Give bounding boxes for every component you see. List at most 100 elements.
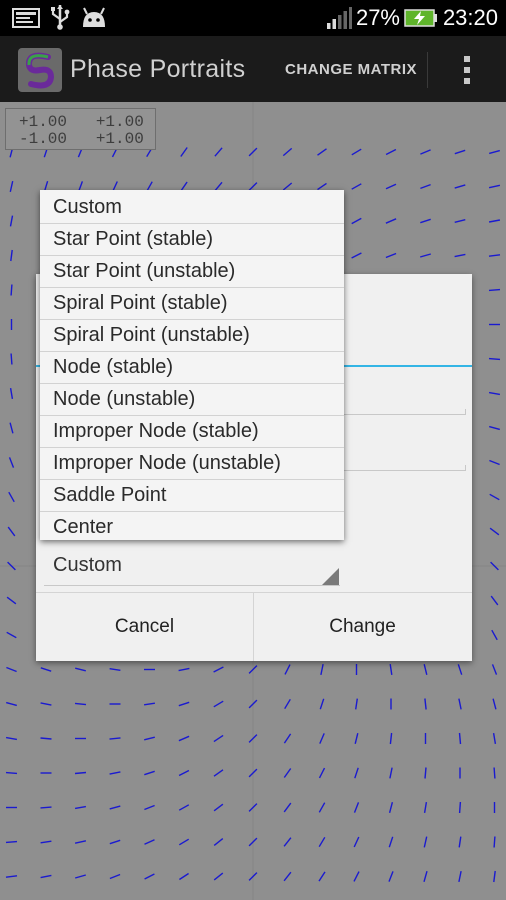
vector-arrow [488,184,501,189]
vector-arrow [420,253,431,258]
matrix-readout: +1.00 +1.00 -1.00 +1.00 [5,108,156,150]
dropdown-item-improper-node-unstable[interactable]: Improper Node (unstable) [40,448,344,480]
vector-arrow [318,871,326,882]
vector-arrow [454,253,466,258]
dropdown-item-saddle-point[interactable]: Saddle Point [40,480,344,512]
vector-arrow [284,698,291,710]
vector-arrow [283,768,292,778]
dropdown-item-label: Node (stable) [53,356,174,378]
vector-arrow [9,180,14,193]
screenshot-icon [12,8,40,28]
overflow-menu-icon[interactable] [455,54,479,86]
dropdown-item-label: Improper Node (unstable) [53,452,281,474]
vector-arrow [458,836,462,848]
dropdown-item-node-stable[interactable]: Node (stable) [40,352,344,384]
vector-arrow [178,701,190,707]
vector-arrow [213,872,224,881]
vector-arrow [385,148,397,156]
vector-arrow [9,422,14,434]
vector-arrow [423,664,428,675]
vector-arrow [488,254,501,257]
vector-arrow [491,664,498,675]
vector-arrow [74,702,87,706]
vector-arrow [109,771,121,775]
spinner-arrow-icon [322,568,339,585]
vector-arrow [213,734,224,743]
preset-dropdown-list: Custom Star Point (stable) Star Point (u… [40,190,344,540]
vector-arrow [458,698,462,710]
vector-arrow [423,836,428,848]
dropdown-item-label: Spiral Point (unstable) [53,324,250,346]
dropdown-item-label: Center [53,516,114,538]
dropdown-item-spiral-point-stable[interactable]: Spiral Point (stable) [40,288,344,320]
vector-arrow [454,184,466,189]
dropdown-item-star-point-stable[interactable]: Star Point (stable) [40,224,344,256]
dropdown-item-improper-node-stable[interactable]: Improper Node (stable) [40,416,344,448]
dropdown-item-label: Spiral Point (stable) [53,292,228,314]
vector-arrow [144,770,155,776]
matrix-row-2: -1.00 +1.00 [19,130,144,148]
change-matrix-button[interactable]: CHANGE MATRIX [285,61,417,78]
change-button[interactable]: Change [254,593,471,661]
vector-arrow [489,527,500,536]
vector-arrow [354,767,359,779]
vector-arrow [489,425,500,431]
vector-arrow [109,873,121,880]
vector-arrow [424,767,427,779]
vector-arrow [317,148,327,156]
dropdown-item-spiral-point-unstable[interactable]: Spiral Point (unstable) [40,320,344,352]
vector-arrow [213,666,224,673]
vector-arrow [319,733,325,744]
vector-arrow [144,736,155,741]
dropdown-item-custom[interactable]: Custom [40,192,344,224]
dropdown-item-label: Star Point (stable) [53,228,214,250]
dropdown-item-star-point-unstable[interactable]: Star Point (unstable) [40,256,344,288]
vector-arrow [10,353,13,365]
vector-arrow [319,698,325,710]
vector-arrow [9,215,14,227]
battery-charging-icon [404,9,437,27]
app-title: Phase Portraits [70,55,246,83]
status-bar: 27% 23:20 [0,0,506,36]
vector-arrow [74,840,87,844]
vector-arrow [6,666,17,673]
vector-arrow [318,836,326,848]
vector-arrow [40,874,52,879]
vector-arrow [317,182,327,191]
cancel-button[interactable]: Cancel [36,593,253,661]
vector-arrow [40,667,52,672]
vector-arrow [353,836,360,848]
dropdown-item-label: Improper Node (stable) [53,420,259,442]
vector-arrow [420,149,431,155]
vector-arrow [423,801,428,814]
vector-arrow [492,732,497,745]
dropdown-item-center[interactable]: Center [40,512,344,543]
vector-arrow [385,252,397,259]
vector-arrow [353,871,360,882]
vector-arrow [389,732,393,745]
vector-arrow [178,667,190,672]
vector-arrow [5,840,18,844]
vector-arrow [490,595,499,606]
vector-arrow [420,218,431,224]
vector-arrow [351,252,362,259]
vector-arrow [109,839,121,845]
dropdown-item-label: Star Point (unstable) [53,260,236,282]
vector-arrow [388,871,394,882]
vector-arrow [488,391,501,396]
vector-arrow [178,838,190,846]
vector-arrow [214,147,223,157]
vector-arrow [6,631,17,639]
preset-spinner[interactable]: Custom [44,544,340,586]
vector-arrow [282,147,293,157]
app-logo-icon[interactable] [18,48,62,92]
field-1-tick [465,409,466,415]
clock: 23:20 [442,5,498,30]
vector-arrow [179,872,189,881]
vector-arrow [488,288,501,292]
vector-arrow [213,769,224,777]
dropdown-item-label: Node (unstable) [53,388,196,410]
vector-arrow [180,147,188,157]
dropdown-item-node-unstable[interactable]: Node (unstable) [40,384,344,416]
vector-arrow [109,737,121,740]
